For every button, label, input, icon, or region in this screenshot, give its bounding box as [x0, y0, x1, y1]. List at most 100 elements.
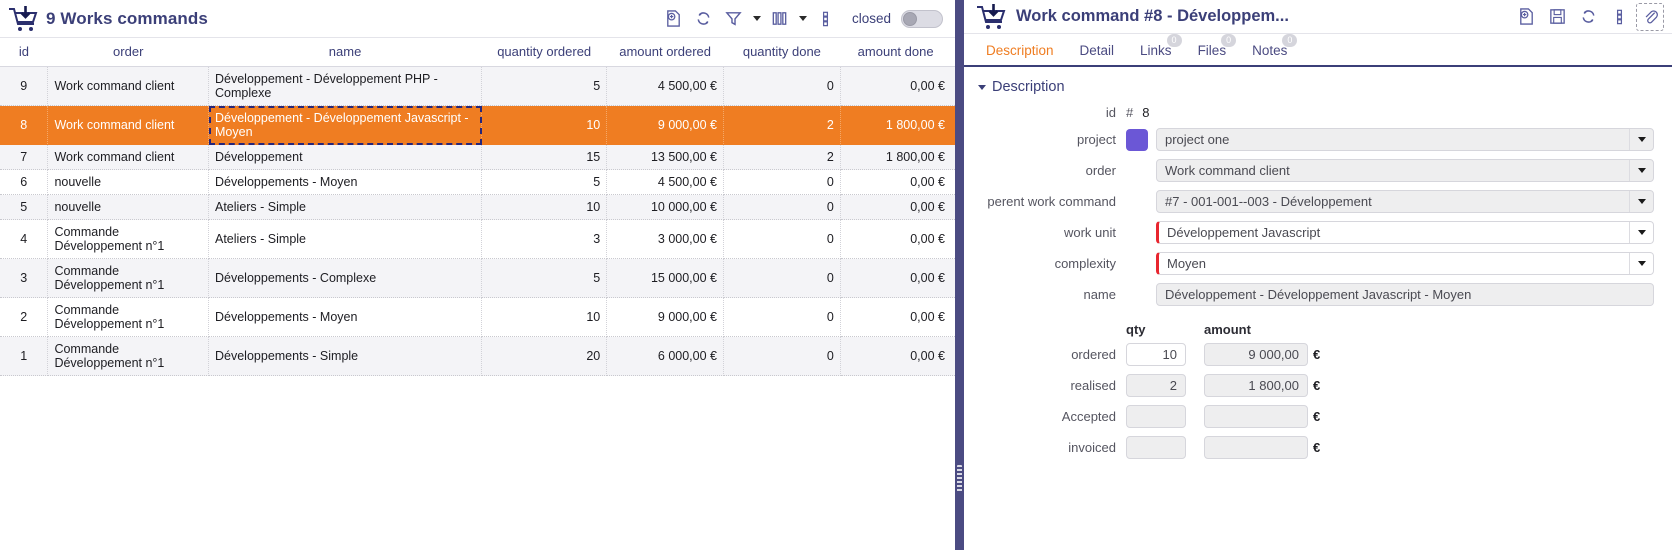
- cell-id[interactable]: 6: [0, 169, 49, 195]
- project-select[interactable]: project one: [1156, 128, 1654, 151]
- cell-amount-done[interactable]: 0,00 €: [840, 219, 955, 259]
- cell-order[interactable]: nouvelle: [47, 194, 209, 220]
- tab-files[interactable]: Files 0: [1188, 34, 1237, 65]
- add-document-icon[interactable]: [660, 5, 688, 33]
- refresh-icon[interactable]: [1574, 3, 1602, 31]
- cell-quantity-ordered[interactable]: 5: [481, 169, 608, 195]
- cell-quantity-ordered[interactable]: 10: [481, 105, 608, 145]
- filter-dropdown-caret-icon[interactable]: [750, 6, 764, 32]
- cell-name[interactable]: Développements - Moyen: [208, 297, 483, 337]
- tab-notes[interactable]: Notes 0: [1242, 34, 1298, 65]
- cell-order[interactable]: Commande Développement n°1: [47, 297, 209, 337]
- cell-id[interactable]: 7: [0, 144, 49, 170]
- qty-input-ordered[interactable]: 10: [1126, 343, 1186, 366]
- parent-work-command-select[interactable]: #7 - 001-001--003 - Développement: [1156, 190, 1654, 213]
- cell-id[interactable]: 8: [0, 105, 49, 145]
- table-row[interactable]: 8 Work command client Développement - Déve…: [0, 105, 955, 145]
- cell-quantity-done[interactable]: 0: [723, 169, 841, 195]
- cell-quantity-ordered[interactable]: 5: [481, 258, 608, 298]
- cell-quantity-ordered[interactable]: 15: [481, 144, 608, 170]
- cell-quantity-done[interactable]: 0: [723, 219, 841, 259]
- table-row[interactable]: 6 nouvelle Développements - Moyen 5 4 500,00…: [0, 169, 955, 195]
- panel-splitter[interactable]: [955, 0, 964, 550]
- cell-amount-done[interactable]: 1 800,00 €: [840, 105, 955, 145]
- cell-amount-ordered[interactable]: 9 000,00 €: [606, 105, 724, 145]
- cell-quantity-ordered[interactable]: 3: [481, 219, 608, 259]
- cell-order[interactable]: Work command client: [47, 66, 209, 106]
- cell-quantity-ordered[interactable]: 10: [481, 297, 608, 337]
- cell-amount-done[interactable]: 0,00 €: [840, 194, 955, 220]
- cell-name[interactable]: Développement: [208, 144, 483, 170]
- cell-order[interactable]: Work command client: [47, 105, 209, 145]
- cell-name[interactable]: Développements - Complexe: [208, 258, 483, 298]
- cell-quantity-done[interactable]: 0: [723, 258, 841, 298]
- cell-amount-ordered[interactable]: 10 000,00 €: [606, 194, 724, 220]
- cell-amount-done[interactable]: 0,00 €: [840, 336, 955, 376]
- cell-quantity-done[interactable]: 2: [723, 144, 841, 170]
- tab-detail[interactable]: Detail: [1070, 40, 1125, 65]
- cell-order[interactable]: nouvelle: [47, 169, 209, 195]
- chevron-down-icon[interactable]: [1629, 222, 1653, 243]
- cell-amount-done[interactable]: 0,00 €: [840, 297, 955, 337]
- cell-id[interactable]: 2: [0, 297, 49, 337]
- cell-amount-ordered[interactable]: 4 500,00 €: [606, 169, 724, 195]
- cell-quantity-done[interactable]: 0: [723, 194, 841, 220]
- cell-amount-ordered[interactable]: 9 000,00 €: [606, 297, 724, 337]
- cell-name[interactable]: Ateliers - Simple: [208, 219, 483, 259]
- table-row[interactable]: 7 Work command client Développement 15 13 50…: [0, 144, 955, 170]
- project-color-swatch[interactable]: [1126, 128, 1148, 151]
- column-header-amount-done[interactable]: amount done: [840, 38, 955, 67]
- cell-amount-ordered[interactable]: 3 000,00 €: [606, 219, 724, 259]
- column-header-amount-ordered[interactable]: amount ordered: [606, 38, 724, 67]
- cell-quantity-ordered[interactable]: 5: [481, 66, 608, 106]
- cell-order[interactable]: Commande Développement n°1: [47, 219, 209, 259]
- more-vertical-icon[interactable]: [812, 5, 840, 33]
- column-header-order[interactable]: order: [47, 38, 209, 67]
- cell-id[interactable]: 5: [0, 194, 49, 220]
- tab-description[interactable]: Description: [976, 40, 1064, 65]
- column-header-quantity-ordered[interactable]: quantity ordered: [481, 38, 607, 67]
- cell-amount-done[interactable]: 0,00 €: [840, 169, 955, 195]
- cell-id[interactable]: 3: [0, 258, 49, 298]
- column-header-name[interactable]: name: [208, 38, 482, 67]
- table-row[interactable]: 9 Work command client Développement - Déve…: [0, 66, 955, 106]
- cell-order[interactable]: Work command client: [47, 144, 209, 170]
- column-header-quantity-done[interactable]: quantity done: [723, 38, 841, 67]
- cell-name[interactable]: Développement - Développement Javascript…: [208, 105, 483, 145]
- chevron-down-icon[interactable]: [1629, 129, 1653, 150]
- filter-icon[interactable]: [720, 5, 748, 33]
- save-icon[interactable]: [1543, 3, 1571, 31]
- cell-amount-ordered[interactable]: 15 000,00 €: [606, 258, 724, 298]
- table-row[interactable]: 2 Commande Développement n°1 Développement…: [0, 297, 955, 337]
- table-row[interactable]: 3 Commande Développement n°1 Développement…: [0, 258, 955, 298]
- cell-amount-ordered[interactable]: 4 500,00 €: [606, 66, 724, 106]
- cell-name[interactable]: Développements - Simple: [208, 336, 483, 376]
- refresh-icon[interactable]: [690, 5, 718, 33]
- cell-name[interactable]: Développement - Développement PHP - Comp…: [208, 66, 483, 106]
- tab-links[interactable]: Links 0: [1130, 34, 1182, 65]
- cell-amount-done[interactable]: 0,00 €: [840, 66, 955, 106]
- cell-quantity-done[interactable]: 0: [723, 297, 841, 337]
- cell-order[interactable]: Commande Développement n°1: [47, 336, 209, 376]
- more-vertical-icon[interactable]: [1605, 3, 1633, 31]
- table-row[interactable]: 4 Commande Développement n°1 Ateliers - Si…: [0, 219, 955, 259]
- cell-quantity-done[interactable]: 0: [723, 336, 841, 376]
- cell-quantity-ordered[interactable]: 10: [481, 194, 608, 220]
- cell-id[interactable]: 1: [0, 336, 49, 376]
- add-document-icon[interactable]: [1512, 3, 1540, 31]
- work-unit-select[interactable]: Développement Javascript: [1156, 221, 1654, 244]
- order-select[interactable]: Work command client: [1156, 159, 1654, 182]
- table-row[interactable]: 1 Commande Développement n°1 Développement…: [0, 336, 955, 376]
- description-section-header[interactable]: Description: [964, 67, 1672, 105]
- column-header-id[interactable]: id: [0, 38, 48, 67]
- cell-amount-ordered[interactable]: 6 000,00 €: [606, 336, 724, 376]
- cell-quantity-ordered[interactable]: 20: [481, 336, 608, 376]
- table-row[interactable]: 5 nouvelle Ateliers - Simple 10 10 000,00 €0…: [0, 194, 955, 220]
- cell-id[interactable]: 9: [0, 66, 49, 106]
- cell-quantity-done[interactable]: 0: [723, 66, 841, 106]
- chevron-down-icon[interactable]: [1629, 191, 1653, 212]
- cell-amount-done[interactable]: 1 800,00 €: [840, 144, 955, 170]
- columns-icon[interactable]: [766, 5, 794, 33]
- cell-name[interactable]: Ateliers - Simple: [208, 194, 483, 220]
- complexity-select[interactable]: Moyen: [1156, 252, 1654, 275]
